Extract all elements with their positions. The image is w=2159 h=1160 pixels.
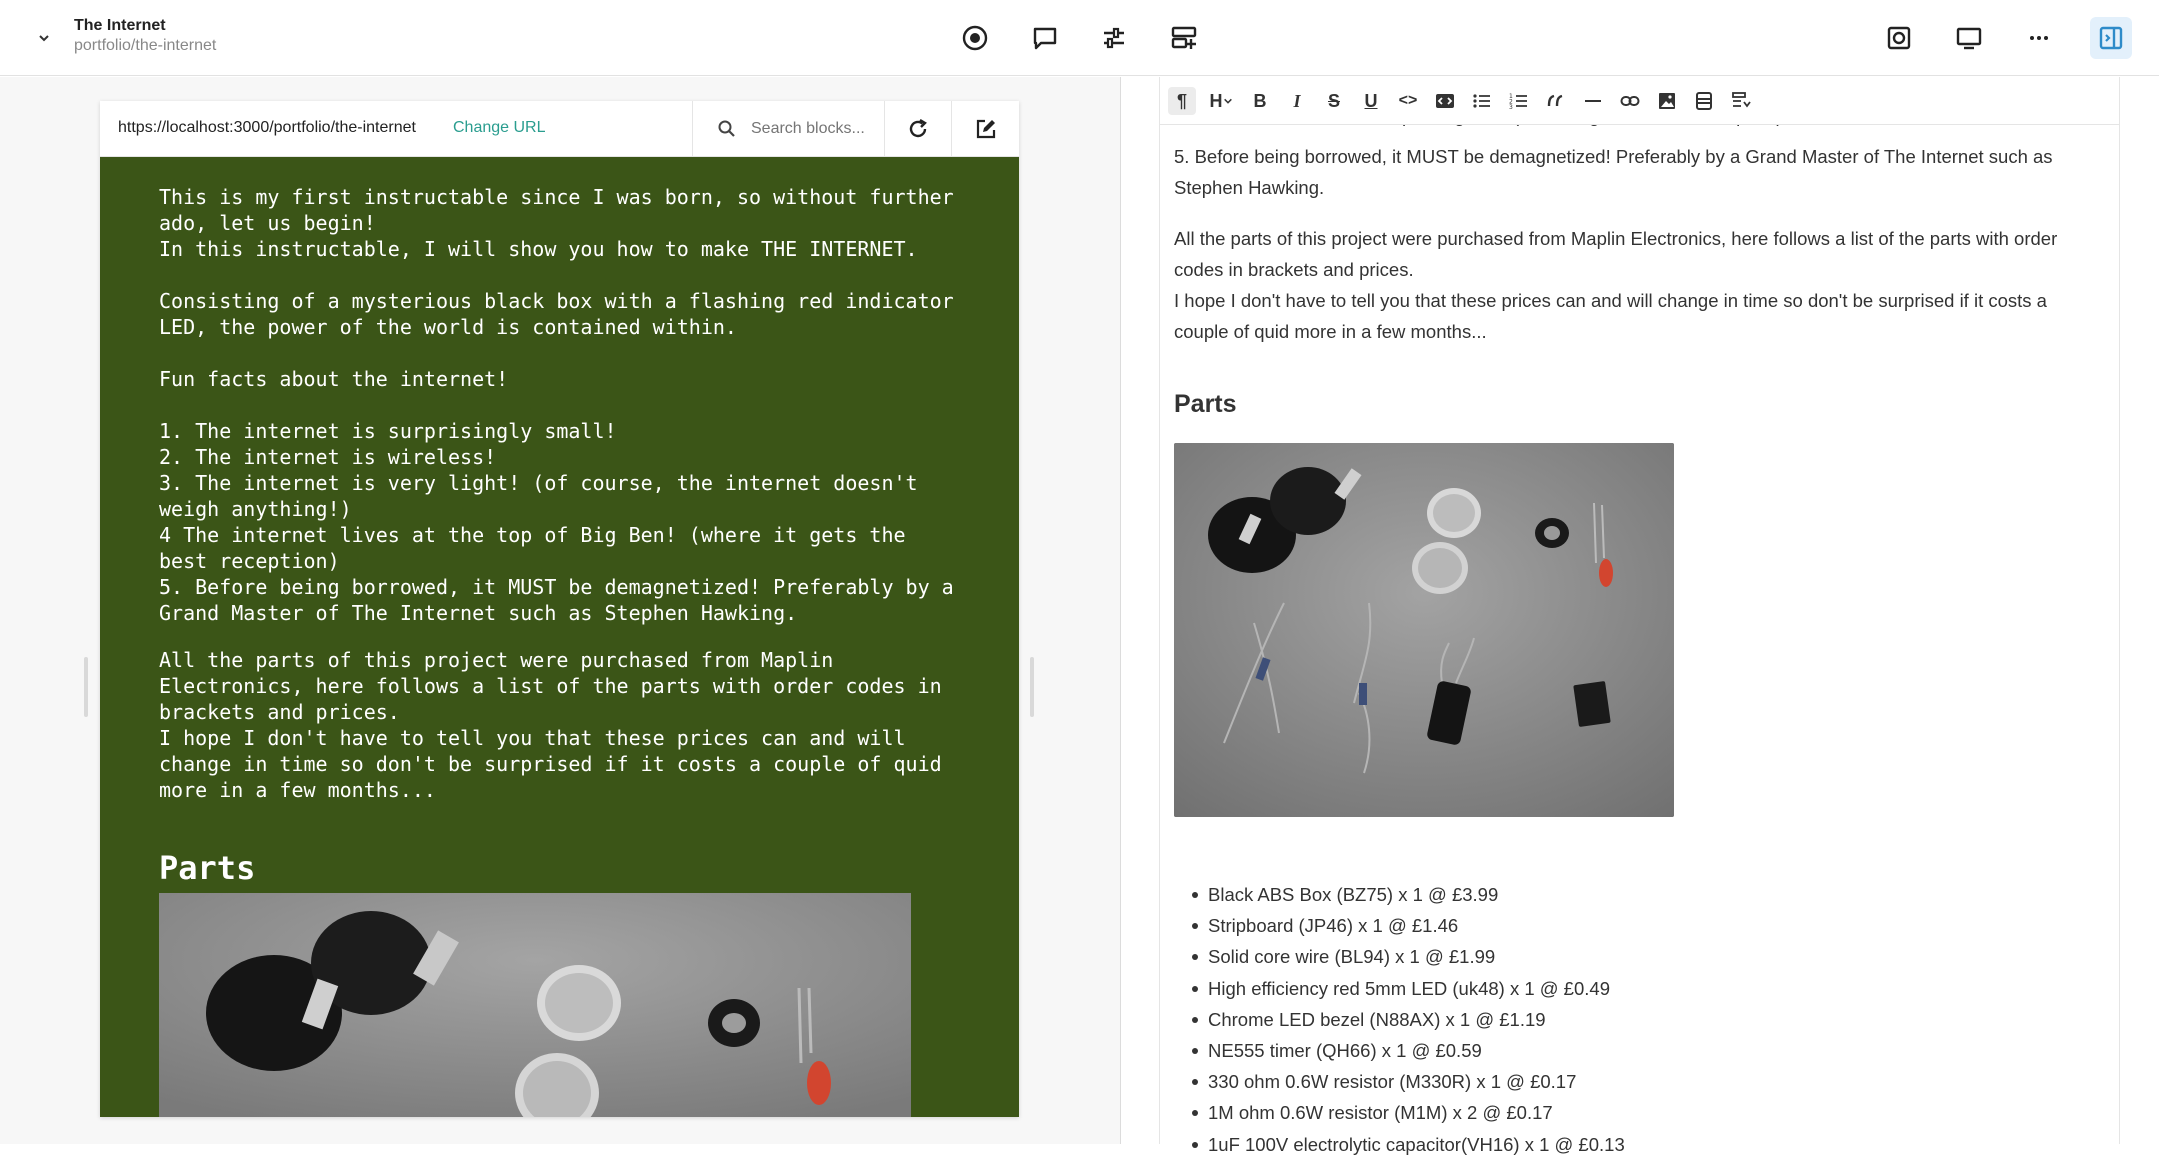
preview-pane: https://localhost:3000/portfolio/the-int… bbox=[0, 77, 1120, 1144]
search-icon bbox=[717, 119, 737, 139]
embed-icon bbox=[1696, 92, 1712, 110]
code-block-button[interactable] bbox=[1431, 87, 1459, 115]
search-blocks bbox=[692, 101, 885, 157]
project-title: The Internet bbox=[74, 17, 166, 34]
preview-url: https://localhost:3000/portfolio/the-int… bbox=[118, 119, 416, 136]
split-view-icon[interactable] bbox=[2090, 17, 2132, 59]
strikethrough-icon: S bbox=[1327, 90, 1340, 111]
block-options-icon bbox=[1732, 92, 1751, 108]
underline-icon: U bbox=[1364, 90, 1378, 111]
editor-gutter-left bbox=[1159, 77, 1160, 1144]
horizontal-rule-icon bbox=[1585, 100, 1601, 102]
parts-heading: Parts bbox=[159, 849, 256, 887]
list-item[interactable]: Black ABS Box (BZ75) x 1 @ £3.99 bbox=[1188, 879, 1625, 910]
inline-code-button[interactable]: <> bbox=[1394, 87, 1422, 115]
parts-photo[interactable] bbox=[1174, 443, 1674, 817]
parts-photo bbox=[159, 893, 911, 1117]
italic-button[interactable]: I bbox=[1283, 87, 1311, 115]
chevron-down-icon[interactable] bbox=[32, 26, 56, 50]
more-options-icon[interactable] bbox=[2021, 20, 2057, 56]
bold-button[interactable]: B bbox=[1246, 87, 1274, 115]
refresh-button[interactable] bbox=[885, 101, 952, 157]
code-icon: <> bbox=[1398, 92, 1418, 109]
settings-sliders-icon[interactable] bbox=[1096, 20, 1132, 56]
clipped-heading: Look, this is the internet! bbox=[159, 143, 559, 155]
editor-document: 4 The internet lives at the top of Big B… bbox=[1174, 113, 2104, 347]
list-item[interactable]: Chrome LED bezel (N88AX) x 1 @ £1.19 bbox=[1188, 1004, 1625, 1035]
parts-heading[interactable]: Parts bbox=[1174, 390, 1237, 419]
record-icon[interactable] bbox=[957, 20, 993, 56]
horizontal-rule-button[interactable] bbox=[1579, 87, 1607, 115]
image-button[interactable] bbox=[1653, 87, 1681, 115]
svg-text:3: 3 bbox=[1509, 104, 1513, 111]
edit-button[interactable] bbox=[952, 101, 1019, 157]
list-item[interactable]: 1M ohm 0.6W resistor (M1M) x 2 @ £0.17 bbox=[1188, 1097, 1625, 1128]
ordered-list-button[interactable]: 123 bbox=[1505, 87, 1533, 115]
list-item[interactable]: Stripboard (JP46) x 1 @ £1.46 bbox=[1188, 910, 1625, 941]
italic-icon: I bbox=[1293, 90, 1301, 111]
editor-paragraph[interactable]: All the parts of this project were purch… bbox=[1174, 223, 2104, 347]
editor-paragraph[interactable]: 5. Before being borrowed, it MUST be dem… bbox=[1174, 141, 2104, 203]
edit-icon bbox=[976, 119, 995, 139]
underline-button[interactable]: U bbox=[1357, 87, 1385, 115]
comment-icon[interactable] bbox=[1027, 20, 1063, 56]
blockquote-button[interactable] bbox=[1542, 87, 1570, 115]
quote-icon bbox=[1547, 94, 1563, 107]
chevron-down-icon bbox=[1223, 98, 1232, 104]
list-item[interactable]: NE555 timer (QH66) x 1 @ £0.59 bbox=[1188, 1035, 1625, 1066]
list-item[interactable]: 1uF 100V electrolytic capacitor(VH16) x … bbox=[1188, 1129, 1625, 1160]
preview-text-block: This is my first instructable since I wa… bbox=[159, 185, 954, 625]
top-bar: The Internet portfolio/the-internet bbox=[0, 0, 2159, 76]
bold-icon: B bbox=[1253, 90, 1267, 111]
project-path: portfolio/the-internet bbox=[74, 37, 217, 54]
layout-blocks-icon[interactable] bbox=[1166, 20, 1202, 56]
heading-icon: H bbox=[1209, 90, 1223, 111]
preview-text-block: All the parts of this project were purch… bbox=[159, 648, 942, 802]
bullet-list-icon bbox=[1473, 94, 1490, 108]
image-icon bbox=[1659, 93, 1675, 109]
list-item[interactable]: 330 ohm 0.6W resistor (M330R) x 1 @ £0.1… bbox=[1188, 1066, 1625, 1097]
editor-gutter-right bbox=[2119, 77, 2120, 1144]
search-input[interactable] bbox=[751, 117, 876, 141]
paragraph-button[interactable]: ¶ bbox=[1168, 87, 1196, 115]
parts-list[interactable]: Black ABS Box (BZ75) x 1 @ £3.99 Stripbo… bbox=[1188, 879, 1625, 1160]
editor-pane: ¶ H B I S U <> 123 5. Before being borro… bbox=[1121, 77, 2159, 1155]
paragraph-icon: ¶ bbox=[1176, 90, 1187, 111]
link-icon bbox=[1620, 96, 1640, 106]
preview-frame: https://localhost:3000/portfolio/the-int… bbox=[100, 101, 1019, 1117]
strikethrough-button[interactable]: S bbox=[1320, 87, 1348, 115]
resize-handle-right[interactable] bbox=[1030, 657, 1034, 717]
ordered-list-icon: 123 bbox=[1509, 93, 1527, 111]
desktop-icon[interactable] bbox=[1951, 20, 1987, 56]
link-button[interactable] bbox=[1616, 87, 1644, 115]
change-url-link[interactable]: Change URL bbox=[453, 119, 546, 137]
heading-button[interactable]: H bbox=[1204, 87, 1238, 115]
block-options-button[interactable] bbox=[1727, 87, 1755, 115]
embed-button[interactable] bbox=[1690, 87, 1718, 115]
preview-frame-icon[interactable] bbox=[1881, 20, 1917, 56]
bullet-list-button[interactable] bbox=[1468, 87, 1496, 115]
resize-handle-left[interactable] bbox=[84, 657, 88, 717]
refresh-icon bbox=[909, 118, 927, 138]
list-item[interactable]: Solid core wire (BL94) x 1 @ £1.99 bbox=[1188, 941, 1625, 972]
code-block-icon bbox=[1436, 94, 1454, 108]
format-toolbar: ¶ H B I S U <> 123 bbox=[1160, 77, 2119, 125]
list-item[interactable]: High efficiency red 5mm LED (uk48) x 1 @… bbox=[1188, 973, 1625, 1004]
